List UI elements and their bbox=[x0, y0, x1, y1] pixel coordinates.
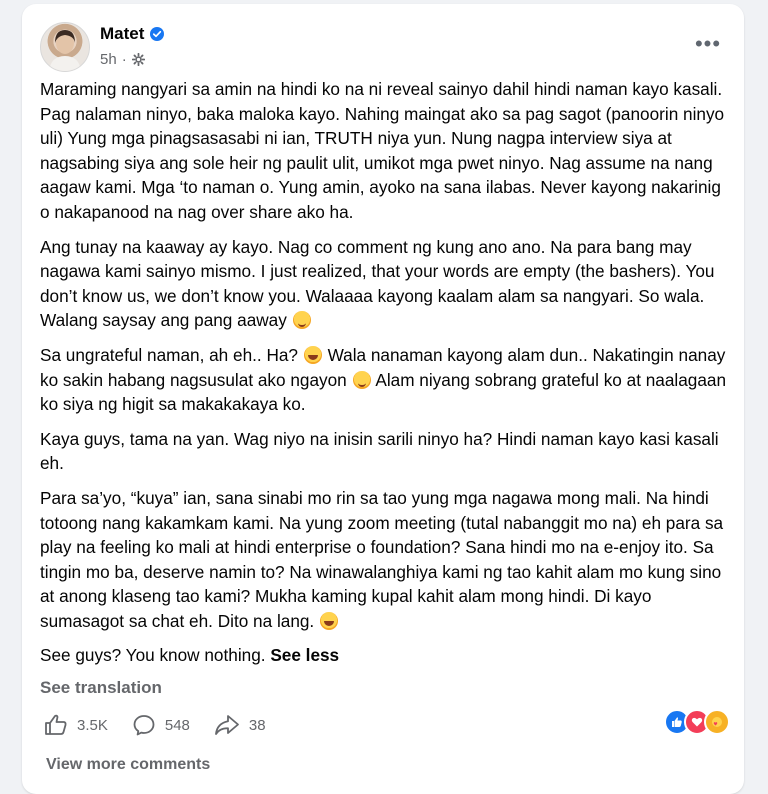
relieved-face-emoji-icon bbox=[292, 311, 311, 330]
post-paragraph-text: Sa ungrateful naman, ah eh.. Ha? bbox=[40, 344, 298, 365]
share-arrow-icon bbox=[214, 715, 239, 735]
relieved-face-emoji-icon bbox=[352, 370, 371, 389]
author-name-row: Matet bbox=[100, 24, 165, 44]
post-paragraph-text: See guys? You know nothing. bbox=[40, 645, 266, 666]
comment-button[interactable]: 548 bbox=[132, 713, 190, 737]
share-count: 38 bbox=[248, 716, 266, 734]
reactions-summary[interactable] bbox=[664, 709, 730, 735]
comment-count: 548 bbox=[164, 716, 190, 734]
thumbs-up-icon bbox=[45, 714, 67, 735]
comment-bubble-icon bbox=[133, 715, 155, 736]
post-paragraph: See guys? You know nothing. See less bbox=[40, 643, 730, 668]
post-card: Matet 5h · ••• Maraming nangyari sa amin bbox=[22, 4, 744, 794]
author-avatar[interactable] bbox=[40, 22, 90, 72]
verified-badge-icon bbox=[150, 27, 165, 41]
see-less-link[interactable]: See less bbox=[270, 645, 339, 665]
post-paragraph: Kaya guys, tama na yan. Wag niyo na inis… bbox=[40, 428, 719, 474]
post-paragraph-text: Ang tunay na kaaway ay kayo. Nag co comm… bbox=[40, 236, 715, 331]
joy-face-emoji-icon bbox=[320, 611, 338, 630]
post-paragraph: Sa ungrateful naman, ah eh.. Ha? Wala na… bbox=[40, 343, 730, 417]
dot-separator: · bbox=[121, 51, 127, 68]
post-paragraph: Para sa’yo, “kuya” ian, sana sinabi mo r… bbox=[40, 486, 730, 634]
post-header: Matet 5h · ••• bbox=[40, 18, 726, 74]
post-body: Maraming nangyari sa amin na hindi ko na… bbox=[40, 77, 730, 678]
see-translation-link[interactable]: See translation bbox=[40, 678, 162, 698]
view-more-comments-link[interactable]: View more comments bbox=[46, 756, 210, 774]
like-count: 3.5K bbox=[77, 716, 108, 734]
more-options-icon[interactable]: ••• bbox=[690, 31, 726, 56]
joy-face-emoji-icon bbox=[303, 345, 322, 364]
post-paragraph: Maraming nangyari sa amin na hindi ko na… bbox=[40, 79, 725, 222]
gear-icon[interactable] bbox=[131, 53, 145, 66]
like-button[interactable]: 3.5K bbox=[44, 713, 108, 737]
post-meta: 5h · bbox=[100, 51, 145, 68]
post-paragraph-text: Para sa’yo, “kuya” ian, sana sinabi mo r… bbox=[40, 487, 724, 631]
care-reaction-icon bbox=[704, 709, 730, 735]
action-bar: 3.5K 548 38 bbox=[44, 710, 266, 740]
author-name[interactable]: Matet bbox=[100, 24, 144, 44]
post-paragraph: Ang tunay na kaaway ay kayo. Nag co comm… bbox=[40, 235, 730, 333]
post-timestamp[interactable]: 5h bbox=[100, 51, 117, 68]
share-button[interactable]: 38 bbox=[214, 713, 266, 737]
